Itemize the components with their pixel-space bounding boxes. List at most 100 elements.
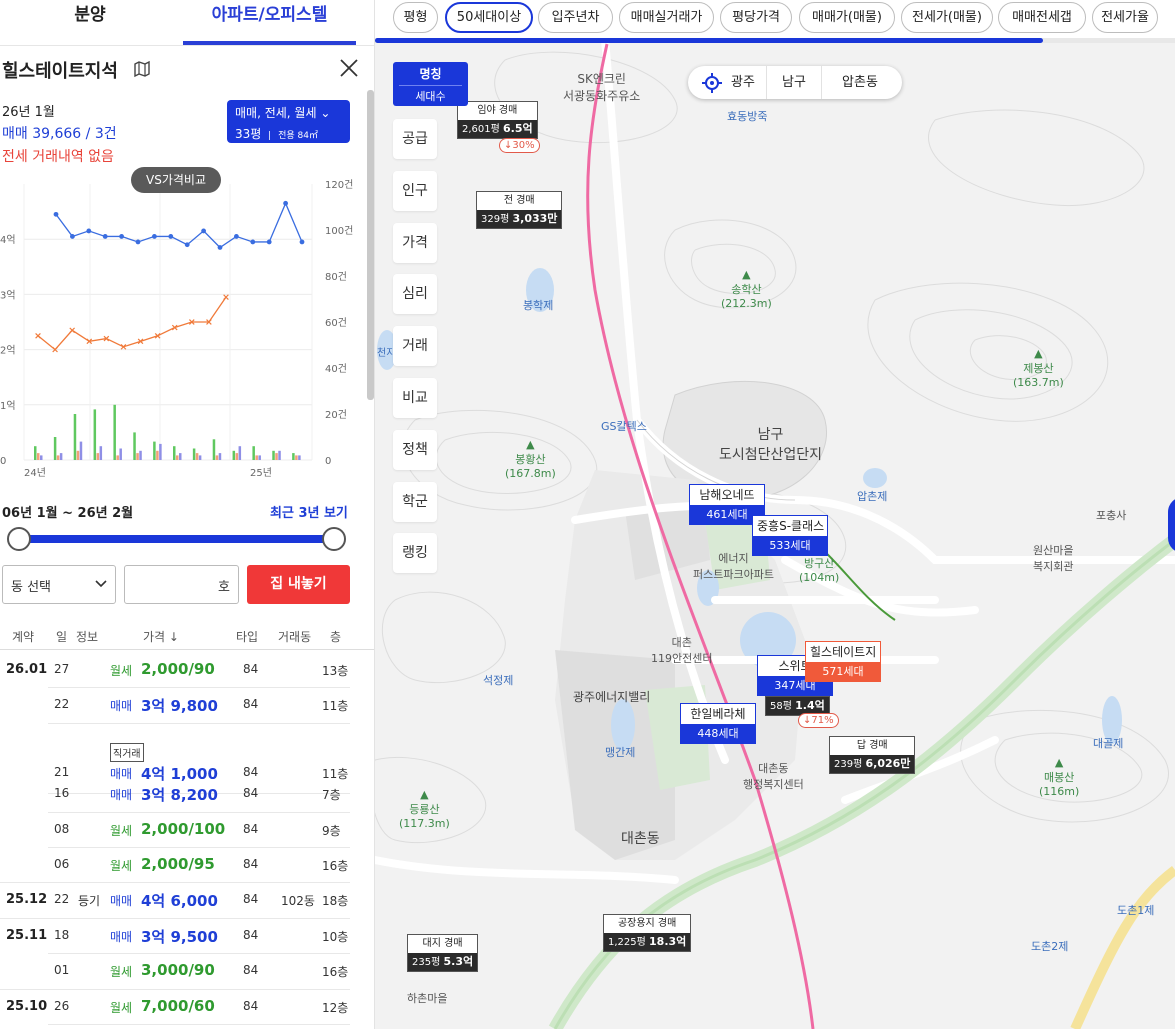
poi-daegol-reservoir[interactable]: 대골제 xyxy=(1093,735,1123,751)
filter-scroll-thumb[interactable] xyxy=(375,38,1043,43)
poi-hyodong-reservoir[interactable]: 효동방죽 xyxy=(727,108,767,124)
filter-chip[interactable]: 평당가격 xyxy=(720,2,792,33)
poi-songhak-mountain[interactable]: ▲ 송학산 (212.3m) xyxy=(721,268,772,310)
layer-menu-item[interactable]: 거래 xyxy=(393,326,437,367)
layer-menu-item[interactable]: 정책 xyxy=(393,429,437,470)
layer-menu-item[interactable]: 인구 xyxy=(393,170,437,211)
poi-gs-station[interactable]: GS칼텍스 xyxy=(601,418,647,434)
vs-price-compare-button[interactable]: VS가격비교 xyxy=(131,167,221,193)
auction-marker-land[interactable]: 대지 경매 235평 5.3억 xyxy=(407,934,479,972)
layer-menu-item[interactable]: 비교 xyxy=(393,378,437,418)
table-row[interactable]: 08 월세 2,000/100 84 9층 xyxy=(0,812,350,847)
filter-chip[interactable]: 평형 xyxy=(393,2,438,33)
poi-apchon-reservoir[interactable]: 압촌제 xyxy=(857,488,887,504)
deal-type-filter[interactable]: 매매, 전세, 월세 ⌄ 33평 | 전용 84㎡ xyxy=(227,100,350,143)
period-slider-track[interactable] xyxy=(18,535,334,543)
filter-chip[interactable]: 50세대이상 xyxy=(445,2,533,33)
filter-chip[interactable]: 전세가(매물) xyxy=(901,2,993,33)
apt-marker-jungheung[interactable]: 중흥S-클래스 533세대 xyxy=(752,515,828,556)
poi-dochon1-reservoir[interactable]: 도촌1제 xyxy=(1117,902,1154,918)
poi-maebong-mountain[interactable]: ▲ 매봉산 (116m) xyxy=(1039,756,1079,798)
period-slider-start-handle[interactable] xyxy=(7,527,31,551)
region-city[interactable]: 광주 xyxy=(724,66,762,99)
table-row[interactable]: 25.11 18 매매 3억 9,500 84 10층 xyxy=(0,918,350,953)
col-price-sort[interactable]: 가격 ↓ xyxy=(143,628,179,645)
region-selector[interactable]: 광주 남구 압촌동 xyxy=(688,66,902,99)
deal-type: 매매 xyxy=(110,788,133,803)
dong-select-label: 동 선택 xyxy=(11,580,52,595)
poi-deungryong-mountain[interactable]: ▲ 등룡산 (117.3m) xyxy=(399,788,450,830)
layer-menu-item[interactable]: 랭킹 xyxy=(393,533,437,574)
poi-bonghak-reservoir[interactable]: 봉학제 xyxy=(523,297,553,313)
filter-chip[interactable]: 매매실거래가 xyxy=(619,2,714,33)
volume-bar xyxy=(73,414,77,460)
layer-menu-item[interactable]: 가격 xyxy=(393,222,437,263)
price-chart: 0 1억 2억 3억 4억 0 20건 40건 60건 80건 100건 120건 24년 25년 xyxy=(0,179,353,479)
table-row[interactable]: 06 월세 2,000/95 84 16층 xyxy=(0,847,350,882)
table-row[interactable]: 25.12 22 등기 매매 4억 6,000 84 102동 18층 xyxy=(0,882,350,917)
poi-bonghwang-mountain[interactable]: ▲ 봉황산 (167.8m) xyxy=(505,438,556,480)
map-filter-bar: 평형 50세대이상 입주년차 매매실거래가 평당가격 매매가(매물) 전세가(매물) 매매전세… xyxy=(375,0,1175,38)
layer-menu-item[interactable]: 심리 xyxy=(393,274,437,315)
auction-marker-paddy[interactable]: 답 경매 239평 6,026만 xyxy=(829,736,916,774)
period-slider-end-handle[interactable] xyxy=(322,527,346,551)
unit-area: 84 xyxy=(243,927,259,942)
ho-input[interactable]: 호 xyxy=(124,565,239,604)
price-series-line xyxy=(37,296,227,351)
name-units-toggle[interactable]: 명칭 세대수 xyxy=(393,62,468,106)
volume-bar xyxy=(272,450,275,460)
filter-chip[interactable]: 매매전세갭 xyxy=(998,2,1086,33)
contract-month: 25.11 xyxy=(6,927,48,943)
selected-apt-marker[interactable]: 힐스테이트지 571세대 xyxy=(805,641,881,682)
table-row[interactable]: 01 월세 3,000/90 84 16층 xyxy=(0,953,350,988)
poi-namgu-industrial[interactable]: 남구 도시첨단산업단지 xyxy=(719,424,822,464)
poi-label: 119안전센터 xyxy=(651,652,713,665)
poi-sk-station[interactable]: SK엔크린 서광동화주유소 xyxy=(563,70,640,104)
poi-jebong-mountain[interactable]: ▲ 제봉산 (163.7m) xyxy=(1013,347,1064,389)
volume-bar xyxy=(278,450,281,460)
volume-bar xyxy=(116,455,119,460)
layer-menu-item[interactable]: 학군 xyxy=(393,481,437,522)
dong-select[interactable]: 동 선택 xyxy=(2,565,116,604)
map-side-control[interactable] xyxy=(1168,497,1175,553)
poi-seokjeong-reservoir[interactable]: 석정제 xyxy=(483,672,513,688)
table-row[interactable]: 16 매매 3억 8,200 84 7층 xyxy=(0,776,350,811)
location-target-icon[interactable] xyxy=(702,73,722,93)
table-row[interactable]: 25.10 26 월세 7,000/60 84 12층 xyxy=(0,989,350,1024)
layer-menu-item[interactable]: 공급 xyxy=(393,119,437,159)
map-icon[interactable] xyxy=(133,60,151,78)
region-district[interactable]: 남구 xyxy=(768,66,820,99)
filter-chip[interactable]: 매매가(매물) xyxy=(799,2,895,33)
contract-day: 22 xyxy=(54,697,70,712)
poi-energy-valley[interactable]: 광주에너지밸리 xyxy=(573,688,650,705)
poi-label: 대촌동 xyxy=(758,762,789,775)
recent-3-years-link[interactable]: 최근 3년 보기 xyxy=(270,502,348,521)
poi-maengan-reservoir[interactable]: 맹간제 xyxy=(605,744,635,760)
list-my-home-button[interactable]: 집 내놓기 xyxy=(247,565,350,604)
poi-daechon-dong[interactable]: 대촌동 xyxy=(621,828,660,848)
auction-marker-forest[interactable]: 임야 경매 2,601평 6.5억 xyxy=(457,101,538,139)
tab-presale[interactable]: 분양 xyxy=(0,0,180,46)
apt-name: 힐스테이트지 xyxy=(810,645,877,659)
poi-daechon-119[interactable]: 대촌 119안전센터 xyxy=(651,634,712,666)
poi-daechon-office[interactable]: 대촌동 행정복지센터 xyxy=(743,760,804,792)
auction-marker-factory[interactable]: 공장용지 경매 1,225평 18.3억 xyxy=(603,914,692,952)
apt-marker-hanil[interactable]: 한일베라체 448세대 xyxy=(680,703,756,744)
poi-label: (212.3m) xyxy=(721,297,772,310)
poi-pochungsa[interactable]: 포충사 xyxy=(1096,507,1126,523)
tab-apartment-officetel[interactable]: 아파트/오피스텔 xyxy=(183,0,356,46)
poi-hachon-village[interactable]: 하촌마을 xyxy=(407,990,447,1006)
close-icon[interactable] xyxy=(338,57,360,79)
map-canvas[interactable]: 광주 남구 압촌동 SK엔크린 서광동화주유소 효동방죽 봉학제 ▲ 송학산 (212… xyxy=(375,0,1175,1029)
panel-scrollbar[interactable] xyxy=(367,90,374,400)
auction-marker-field[interactable]: 전 경매 329평 3,033만 xyxy=(476,191,563,229)
filter-chip[interactable]: 입주년차 xyxy=(538,2,613,33)
table-row[interactable]: 22 매매 3억 9,800 84 11층 xyxy=(0,687,350,722)
volume-bar xyxy=(179,453,182,460)
poi-wonsan-hall[interactable]: 원산마을 복지회관 xyxy=(1033,542,1073,574)
table-row[interactable]: 26.01 27 월세 2,000/90 84 13층 xyxy=(0,652,350,687)
filter-chip[interactable]: 전세가율 xyxy=(1092,2,1158,33)
contract-day: 16 xyxy=(54,786,70,801)
region-dong[interactable]: 압촌동 xyxy=(822,66,898,99)
poi-dochon2-reservoir[interactable]: 도촌2제 xyxy=(1031,938,1068,954)
